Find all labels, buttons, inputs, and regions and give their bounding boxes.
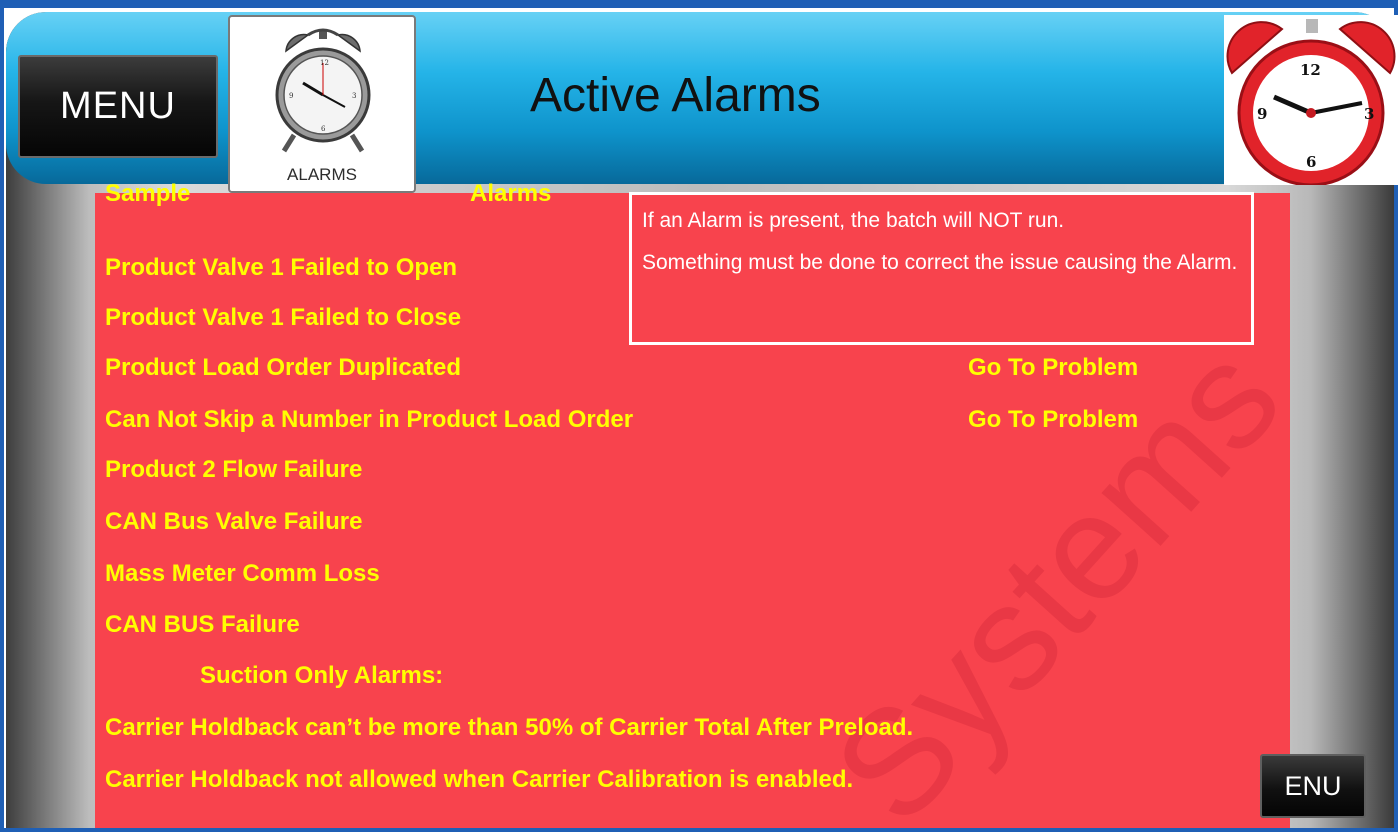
alarm-item: Mass Meter Comm Loss bbox=[105, 560, 380, 587]
alarm-item: Can Not Skip a Number in Product Load Or… bbox=[105, 406, 634, 433]
suction-alarm-item: Carrier Holdback can’t be more than 50% … bbox=[105, 714, 914, 741]
alarm-item: CAN Bus Valve Failure bbox=[105, 508, 363, 535]
svg-text:3: 3 bbox=[1364, 105, 1374, 123]
alarms-button-label: ALARMS bbox=[287, 165, 357, 184]
alarms-button[interactable]: 12 3 6 9 ALARMS bbox=[228, 15, 416, 193]
svg-text:12: 12 bbox=[320, 59, 329, 67]
svg-text:6: 6 bbox=[321, 125, 326, 133]
alarm-item: Product Valve 1 Failed to Close bbox=[105, 304, 462, 331]
suction-alarm-item: Carrier Holdback not allowed when Carrie… bbox=[105, 766, 854, 793]
alarm-item: CAN BUS Failure bbox=[105, 611, 300, 638]
go-to-problem-link[interactable]: Go To Problem bbox=[968, 406, 1138, 434]
svg-text:12: 12 bbox=[1300, 61, 1321, 79]
alarm-item: Product Valve 1 Failed to Open bbox=[105, 254, 458, 281]
window-bottom-border bbox=[0, 828, 1398, 832]
alarm-list-header-right: Alarms bbox=[470, 180, 552, 207]
alarm-clock-icon: 12 3 6 9 bbox=[275, 28, 371, 153]
window-left-border bbox=[0, 0, 4, 832]
window-top-border bbox=[0, 0, 1398, 8]
suction-alarms-heading: Suction Only Alarms: bbox=[200, 662, 444, 689]
svg-text:9: 9 bbox=[289, 92, 293, 100]
page-title: Active Alarms bbox=[530, 69, 821, 122]
go-to-problem-link[interactable]: Go To Problem bbox=[968, 354, 1138, 382]
alarm-item: Product 2 Flow Failure bbox=[105, 456, 363, 483]
clock-corner: 12 3 6 9 bbox=[1224, 15, 1398, 185]
menu-button[interactable]: MENU bbox=[18, 55, 218, 158]
alarm-list-header-left: Sample bbox=[105, 180, 191, 207]
bottom-menu-button[interactable]: ENU bbox=[1260, 754, 1366, 818]
note-line-1: If an Alarm is present, the batch will N… bbox=[642, 209, 1065, 232]
svg-text:6: 6 bbox=[1306, 153, 1316, 171]
svg-text:3: 3 bbox=[352, 92, 356, 100]
note-line-2: Something must be done to correct the is… bbox=[642, 251, 1238, 274]
red-alarm-clock-icon: 12 3 6 9 bbox=[1226, 19, 1396, 185]
info-note-box: If an Alarm is present, the batch will N… bbox=[629, 192, 1254, 345]
svg-text:9: 9 bbox=[1257, 105, 1267, 123]
alarm-item: Product Load Order Duplicated bbox=[105, 354, 462, 381]
